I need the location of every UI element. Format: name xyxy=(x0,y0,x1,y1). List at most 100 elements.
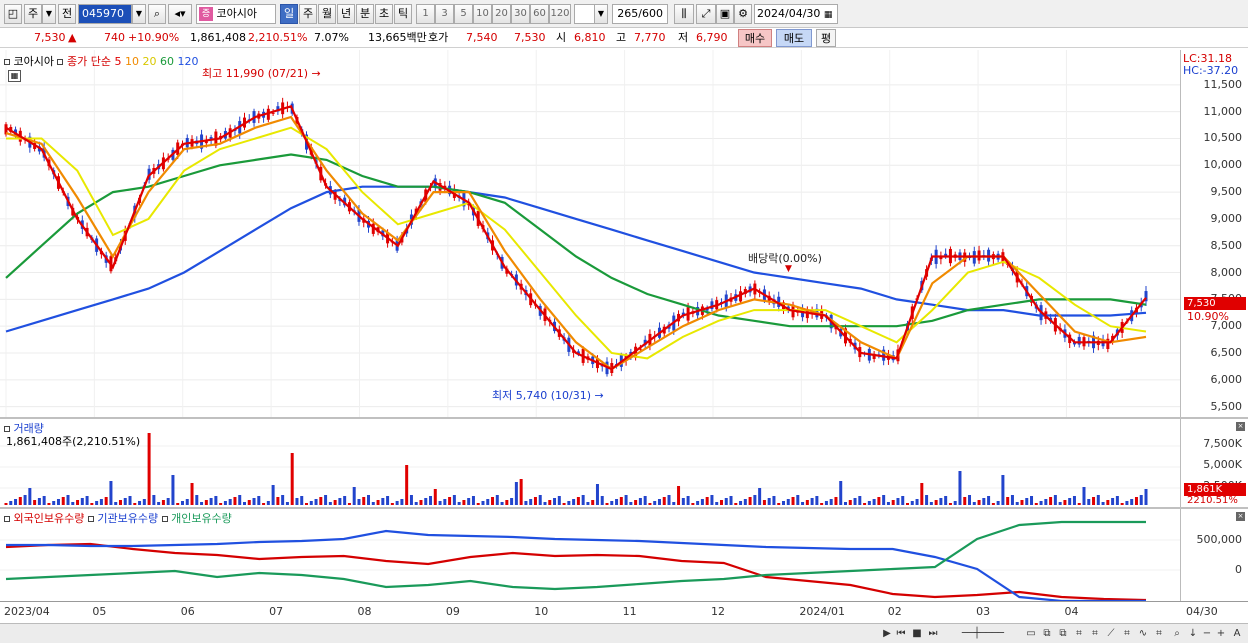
legend-institution: 기관보유수량 xyxy=(97,512,159,525)
zoom-slider[interactable]: ──┼──── xyxy=(948,626,1018,641)
zoom-in-icon[interactable]: + xyxy=(1214,626,1228,641)
buy-button[interactable]: 매수 xyxy=(738,29,772,47)
indicator-icon[interactable]: ⌗ xyxy=(1088,626,1102,641)
zoom-out-icon[interactable]: − xyxy=(1200,626,1214,641)
volume-bar xyxy=(405,465,409,505)
legend-toggle-icon[interactable] xyxy=(161,516,168,522)
interval-30[interactable]: 30 xyxy=(511,4,530,24)
text-tool-icon[interactable]: ⌗ xyxy=(1152,626,1166,641)
type-dropdown-icon[interactable]: ▼ xyxy=(42,4,56,24)
volume-bar xyxy=(419,500,423,505)
tab-period-day[interactable]: 일 xyxy=(280,4,298,24)
save-icon[interactable]: ▣ xyxy=(716,4,734,24)
holdings-panel[interactable]: 외국인보유수량 기관보유수량 개인보유수량 xyxy=(0,509,1180,601)
fibonacci-icon[interactable]: ⌗ xyxy=(1120,626,1134,641)
open-label: 시 xyxy=(556,31,567,44)
volume-bar xyxy=(395,501,399,505)
type-selector[interactable]: 주 xyxy=(24,4,42,24)
legend-toggle-icon[interactable] xyxy=(57,59,64,65)
interval-5[interactable]: 5 xyxy=(454,4,473,24)
sell-button[interactable]: 매도 xyxy=(776,29,812,47)
volume-bar xyxy=(925,495,929,505)
panel-menu-icon[interactable] xyxy=(4,59,10,65)
layout-icon[interactable]: ▭ xyxy=(1024,626,1038,641)
volume-bar xyxy=(586,502,590,505)
volume-bar xyxy=(686,496,690,505)
candle-type-icon[interactable]: ⫼ xyxy=(674,4,694,24)
price-chart-panel[interactable]: 코아시아 종가 단순 5 10 20 60 120 ▦ 최고 11,990 (0… xyxy=(0,50,1180,417)
tab-period-week[interactable]: 주 xyxy=(299,4,317,24)
price-legend: 코아시아 종가 단순 5 10 20 60 120 xyxy=(4,53,198,69)
arrow-icon[interactable]: ↓ xyxy=(1186,626,1200,641)
gear-icon[interactable]: ⚙ xyxy=(734,4,752,24)
interval-dropdown-icon[interactable]: ▼ xyxy=(594,4,608,24)
volume-menu-icon[interactable] xyxy=(4,426,10,432)
volume-bar xyxy=(357,499,361,505)
volume-bar xyxy=(467,498,471,505)
draw-tool-icon[interactable]: ⤢ xyxy=(696,4,716,24)
volume-bar xyxy=(85,496,89,505)
wave-icon[interactable]: ∿ xyxy=(1136,626,1150,641)
font-size-icon[interactable]: A xyxy=(1230,626,1244,641)
trendline-icon[interactable]: ⟋ xyxy=(1104,626,1118,641)
date-field[interactable]: 2024/04/30 ▦ xyxy=(754,4,838,24)
volume-bar xyxy=(390,503,394,505)
calendar-icon[interactable]: ▦ xyxy=(824,10,833,20)
volume-bar xyxy=(667,495,671,505)
table-view-icon[interactable]: ▦ xyxy=(8,70,21,82)
interval-60[interactable]: 60 xyxy=(530,4,549,24)
tab-period-month[interactable]: 월 xyxy=(318,4,336,24)
volume-pct-label: 2210.51% xyxy=(1187,495,1238,506)
interval-120[interactable]: 120 xyxy=(549,4,571,24)
stock-dropdown-icon[interactable]: ▼ xyxy=(132,4,146,24)
volume-bar xyxy=(324,495,328,505)
avg-button[interactable]: 평 xyxy=(816,29,836,47)
tab-period-minute[interactable]: 분 xyxy=(356,4,374,24)
stock-code-input[interactable]: 045970 xyxy=(78,4,132,24)
volume-bar xyxy=(247,500,251,505)
volume-bar xyxy=(505,500,509,505)
volume-bar xyxy=(538,495,542,505)
interval-10[interactable]: 10 xyxy=(473,4,492,24)
search-icon[interactable]: ⌕ xyxy=(148,4,166,24)
stop-icon[interactable]: ■ xyxy=(910,626,924,641)
interval-1[interactable]: 1 xyxy=(416,4,435,24)
quote-label: 호가 xyxy=(428,31,449,44)
volume-bar xyxy=(1144,489,1148,505)
tab-period-second[interactable]: 초 xyxy=(375,4,393,24)
volume-bar xyxy=(114,502,118,505)
window-menu-icon[interactable]: ◰ xyxy=(4,4,22,24)
volume-bar xyxy=(848,500,852,505)
interval-3[interactable]: 3 xyxy=(435,4,454,24)
scroll-right-icon[interactable]: ▶ xyxy=(880,626,894,641)
magnifier-icon[interactable]: ⌕ xyxy=(1170,626,1184,641)
volume-bar xyxy=(252,498,256,505)
tab-period-tick[interactable]: 틱 xyxy=(394,4,412,24)
holdings-menu-icon[interactable] xyxy=(4,516,10,522)
tab-period-year[interactable]: 년 xyxy=(337,4,355,24)
tile-icon[interactable]: ⧉ xyxy=(1056,626,1070,641)
volume-close-icon[interactable]: × xyxy=(1236,422,1245,431)
volume-bar xyxy=(214,496,218,505)
crosshair-icon[interactable]: ⌗ xyxy=(1072,626,1086,641)
volume-bar xyxy=(142,499,146,505)
split-icon[interactable]: ⧉ xyxy=(1040,626,1054,641)
volume-bar xyxy=(896,498,900,505)
rewind-icon[interactable]: ⏮ xyxy=(894,626,908,641)
scope-selector[interactable]: 전 xyxy=(58,4,76,24)
interval-20[interactable]: 20 xyxy=(492,4,511,24)
volume-bar xyxy=(90,503,94,505)
volume-bar xyxy=(414,502,418,505)
volume-bar xyxy=(1134,497,1138,505)
date-label: 04 xyxy=(1064,605,1079,618)
count-field[interactable]: 265/600 xyxy=(612,4,668,24)
speaker-icon[interactable]: ◂▾ xyxy=(168,4,192,24)
turnover-rate: 7.07% xyxy=(314,31,349,44)
volume-bar xyxy=(457,502,461,505)
volume-bar xyxy=(128,496,132,505)
holdings-close-icon[interactable]: × xyxy=(1236,512,1245,521)
fast-forward-icon[interactable]: ⏭ xyxy=(926,626,940,641)
volume-panel[interactable]: 거래량 1,861,408주(2,210.51%) xyxy=(0,419,1180,507)
legend-toggle-icon[interactable] xyxy=(87,516,94,522)
price-change: 740 xyxy=(104,31,125,44)
